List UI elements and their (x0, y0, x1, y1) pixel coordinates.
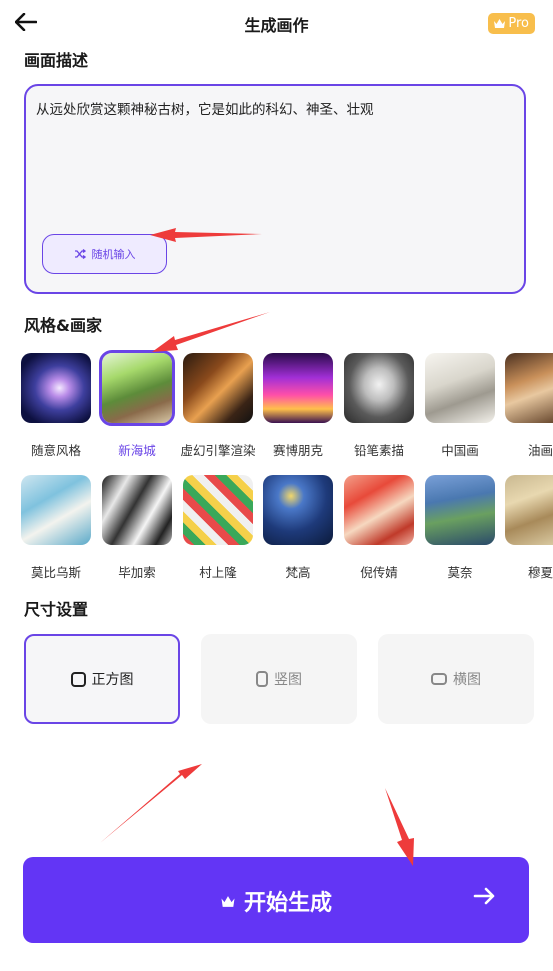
annotation-arrow (152, 312, 270, 352)
style-label: 中国画 (441, 443, 479, 458)
style-label: 赛博朋克 (272, 443, 323, 458)
header: 生成画作 Pro (0, 0, 553, 46)
style-thumb-chinese[interactable] (425, 353, 495, 423)
size-option-label: 正方图 (91, 672, 134, 688)
style-thumb-picasso[interactable] (102, 475, 172, 545)
random-input-label: 随机输入 (91, 248, 136, 261)
style-thumb-unreal[interactable] (183, 353, 253, 423)
size-option-portrait[interactable]: 竖图 (201, 634, 357, 724)
style-label: 毕加索 (118, 565, 156, 580)
crown-icon (221, 895, 235, 907)
crown-icon (494, 19, 506, 28)
size-option-square[interactable]: 正方图 (24, 634, 180, 724)
start-generate-button[interactable]: 开始生成 (23, 857, 529, 943)
square-icon (70, 671, 86, 687)
style-thumb-mucha[interactable] (505, 475, 553, 545)
style-label: 梵高 (285, 565, 311, 580)
style-thumb-oil[interactable] (505, 353, 553, 423)
landscape-icon (431, 673, 447, 685)
style-label: 穆夏 (528, 565, 553, 580)
description-section-title: 画面描述 (24, 51, 89, 70)
style-thumb-murakami[interactable] (183, 475, 253, 545)
style-label: 油画 (528, 443, 553, 458)
style-label: 新海城 (118, 443, 156, 458)
arrow-right-icon (473, 887, 495, 905)
shuffle-icon (74, 249, 86, 259)
style-thumb-monet[interactable] (425, 475, 495, 545)
style-thumb-cyberpunk[interactable] (263, 353, 333, 423)
annotation-arrow (385, 788, 414, 866)
style-label: 村上隆 (199, 565, 237, 580)
annotation-arrow (100, 764, 202, 843)
portrait-icon (256, 671, 268, 687)
style-section-title: 风格&画家 (24, 316, 102, 335)
size-option-label: 竖图 (274, 672, 302, 688)
start-generate-label: 开始生成 (243, 891, 332, 916)
size-option-landscape[interactable]: 横图 (378, 634, 534, 724)
pro-badge[interactable]: Pro (488, 13, 535, 34)
style-thumb-xinhaicheng[interactable] (99, 350, 175, 426)
style-thumb-ni[interactable] (344, 475, 414, 545)
style-thumb-random[interactable] (21, 353, 91, 423)
style-label: 铅笔素描 (353, 443, 404, 458)
random-input-button[interactable]: 随机输入 (42, 234, 167, 274)
style-label: 虚幻引擎渲染 (180, 443, 256, 458)
style-label: 莫比乌斯 (30, 565, 81, 580)
description-input[interactable]: 从远处欣赏这颗神秘古树，它是如此的科幻、神圣、壮观 随机输入 (24, 84, 526, 294)
description-text[interactable]: 从远处欣赏这颗神秘古树，它是如此的科幻、神圣、壮观 (36, 98, 374, 118)
style-thumb-vangogh[interactable] (263, 475, 333, 545)
style-thumb-moebius[interactable] (21, 475, 91, 545)
style-thumb-pencil[interactable] (344, 353, 414, 423)
size-section-title: 尺寸设置 (24, 600, 89, 619)
page-title: 生成画作 (244, 16, 309, 35)
style-label: 随意风格 (30, 443, 81, 458)
size-option-label: 横图 (453, 672, 481, 688)
style-label: 倪传婧 (360, 565, 398, 580)
pro-label: Pro (508, 16, 529, 31)
style-label: 莫奈 (447, 565, 473, 580)
